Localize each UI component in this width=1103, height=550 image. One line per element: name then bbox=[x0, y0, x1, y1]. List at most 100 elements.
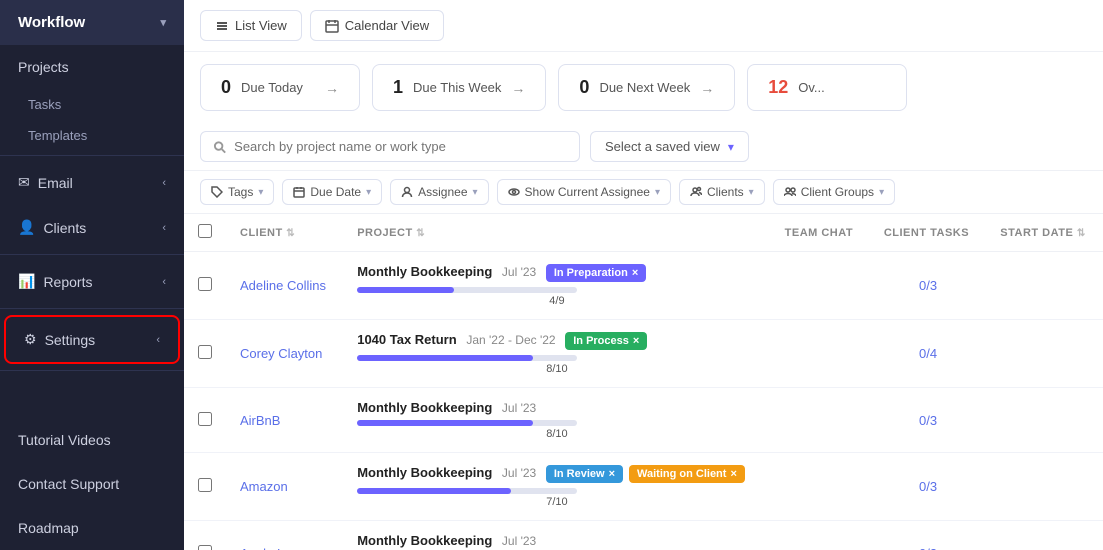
calendar-icon bbox=[325, 19, 339, 33]
sidebar: Workflow ▾ Projects Tasks Templates ✉ Em… bbox=[0, 0, 184, 550]
select-all-checkbox[interactable] bbox=[198, 224, 212, 238]
sort-icon-client: ⇅ bbox=[286, 228, 295, 239]
chevron-down-assignee: ▾ bbox=[473, 187, 478, 198]
cell-start-date-1 bbox=[986, 320, 1103, 388]
filter-client-groups[interactable]: Client Groups ▾ bbox=[773, 179, 895, 205]
progress-label-3: 7/10 bbox=[357, 496, 756, 508]
arrow-icon-2: → bbox=[511, 80, 525, 96]
sidebar-item-email[interactable]: ✉ Email ‹ bbox=[0, 160, 184, 205]
cell-team-chat-3 bbox=[771, 453, 870, 521]
chevron-down-clients: ▾ bbox=[749, 187, 754, 198]
header-checkbox-cell bbox=[184, 214, 226, 252]
projects-table: CLIENT ⇅ PROJECT ⇅ TEAM CHAT CLIENT TASK… bbox=[184, 214, 1103, 550]
cell-project-4: Monthly Bookkeeping Jul '23 5/10 bbox=[343, 521, 770, 550]
chevron-left-icon-2: ‹ bbox=[162, 222, 166, 234]
filter-show-current-assignee[interactable]: Show Current Assignee ▾ bbox=[497, 179, 671, 205]
sidebar-item-workflow[interactable]: Workflow ▾ bbox=[0, 0, 184, 45]
stat-due-next-week[interactable]: 0 Due Next Week → bbox=[558, 64, 735, 111]
cell-project-1: 1040 Tax Return Jan '22 - Dec '22 In Pro… bbox=[343, 320, 770, 388]
sidebar-divider-1 bbox=[0, 155, 184, 156]
list-view-button[interactable]: List View bbox=[200, 10, 302, 41]
chevron-down-client-groups: ▾ bbox=[879, 187, 884, 198]
sidebar-item-contact-support[interactable]: Contact Support bbox=[0, 462, 184, 506]
stat-label-overdue: Ov... bbox=[798, 80, 824, 95]
sidebar-item-clients[interactable]: 👤 Clients ‹ bbox=[0, 205, 184, 250]
stat-overdue[interactable]: 12 Ov... bbox=[747, 64, 907, 111]
filter-tags[interactable]: Tags ▾ bbox=[200, 179, 274, 205]
sidebar-item-settings[interactable]: ⚙ Settings ‹ bbox=[6, 317, 178, 362]
stat-label-due-next-week: Due Next Week bbox=[599, 80, 690, 95]
workflow-label: Workflow bbox=[18, 14, 85, 31]
sidebar-item-tasks[interactable]: Tasks bbox=[0, 89, 184, 120]
cell-client-4: Apple Inc. bbox=[226, 521, 343, 550]
chevron-down-due-date: ▾ bbox=[366, 187, 371, 198]
row-checkbox-cell bbox=[184, 252, 226, 320]
clients-icon-filter bbox=[690, 186, 702, 198]
projects-label: Projects bbox=[18, 59, 69, 75]
stat-number-due-next-week: 0 bbox=[579, 77, 589, 98]
client-name-2[interactable]: AirBnB bbox=[240, 413, 280, 428]
row-checkbox-cell bbox=[184, 521, 226, 550]
chevron-down-tags: ▾ bbox=[258, 187, 263, 198]
row-checkbox-0[interactable] bbox=[198, 277, 212, 291]
sidebar-item-projects[interactable]: Projects bbox=[0, 45, 184, 89]
stat-number-overdue: 12 bbox=[768, 77, 788, 98]
cell-team-chat-1 bbox=[771, 320, 870, 388]
sidebar-item-reports[interactable]: 📊 Reports ‹ bbox=[0, 259, 184, 304]
stat-due-this-week[interactable]: 1 Due This Week → bbox=[372, 64, 546, 111]
project-date-1: Jan '22 - Dec '22 bbox=[466, 333, 555, 347]
sidebar-item-roadmap[interactable]: Roadmap bbox=[0, 506, 184, 550]
badge-close-icon[interactable]: × bbox=[632, 267, 638, 279]
filter-due-date[interactable]: Due Date ▾ bbox=[282, 179, 382, 205]
cell-client-2: AirBnB bbox=[226, 388, 343, 453]
search-box[interactable] bbox=[200, 131, 580, 162]
search-input[interactable] bbox=[234, 139, 567, 154]
row-checkbox-2[interactable] bbox=[198, 412, 212, 426]
topbar: List View Calendar View bbox=[184, 0, 1103, 52]
project-name-2: Monthly Bookkeeping bbox=[357, 400, 492, 415]
arrow-icon-1: → bbox=[325, 80, 339, 96]
row-checkbox-cell bbox=[184, 388, 226, 453]
progress-label-2: 8/10 bbox=[357, 428, 756, 440]
calendar-view-button[interactable]: Calendar View bbox=[310, 10, 444, 41]
cell-client-tasks-2: 0/3 bbox=[870, 388, 986, 453]
client-name-1[interactable]: Corey Clayton bbox=[240, 346, 322, 361]
stats-row: 0 Due Today → 1 Due This Week → 0 Due Ne… bbox=[184, 52, 1103, 123]
filter-clients[interactable]: Clients ▾ bbox=[679, 179, 765, 205]
row-checkbox-1[interactable] bbox=[198, 345, 212, 359]
chevron-down-icon: ▾ bbox=[160, 16, 166, 29]
client-name-4[interactable]: Apple Inc. bbox=[240, 546, 298, 550]
filter-assignee[interactable]: Assignee ▾ bbox=[390, 179, 488, 205]
stat-label-due-today: Due Today bbox=[241, 80, 303, 95]
client-name-0[interactable]: Adeline Collins bbox=[240, 278, 326, 293]
saved-view-dropdown[interactable]: Select a saved view ▾ bbox=[590, 131, 749, 162]
header-team-chat: TEAM CHAT bbox=[771, 214, 870, 252]
chevron-down-current-assignee: ▾ bbox=[655, 187, 660, 198]
badge-close-icon[interactable]: × bbox=[633, 335, 639, 347]
sidebar-item-tutorial-videos[interactable]: Tutorial Videos bbox=[0, 418, 184, 462]
eye-icon bbox=[508, 186, 520, 198]
row-checkbox-4[interactable] bbox=[198, 545, 212, 550]
stat-number-due-today: 0 bbox=[221, 77, 231, 98]
sidebar-divider-4 bbox=[0, 370, 184, 371]
header-project: PROJECT ⇅ bbox=[343, 214, 770, 252]
project-date-2: Jul '23 bbox=[502, 401, 536, 415]
cell-client-tasks-1: 0/4 bbox=[870, 320, 986, 388]
sidebar-divider-3 bbox=[0, 308, 184, 309]
progress-bar-container-3 bbox=[357, 488, 577, 494]
project-name-0: Monthly Bookkeeping bbox=[357, 264, 492, 279]
row-checkbox-3[interactable] bbox=[198, 478, 212, 492]
sidebar-item-templates[interactable]: Templates bbox=[0, 120, 184, 151]
cell-start-date-2 bbox=[986, 388, 1103, 453]
sort-icon-project: ⇅ bbox=[416, 228, 425, 239]
badge-close-icon[interactable]: × bbox=[609, 468, 615, 480]
table-row: Amazon Monthly Bookkeeping Jul '23 In Re… bbox=[184, 453, 1103, 521]
stat-due-today[interactable]: 0 Due Today → bbox=[200, 64, 360, 111]
client-name-3[interactable]: Amazon bbox=[240, 479, 288, 494]
progress-bar-container-2 bbox=[357, 420, 577, 426]
chevron-left-icon-3: ‹ bbox=[162, 276, 166, 288]
chevron-left-icon-4: ‹ bbox=[156, 334, 160, 346]
sort-icon-start-date: ⇅ bbox=[1077, 228, 1086, 239]
badge-close-icon[interactable]: × bbox=[730, 468, 736, 480]
table-row: Corey Clayton 1040 Tax Return Jan '22 - … bbox=[184, 320, 1103, 388]
